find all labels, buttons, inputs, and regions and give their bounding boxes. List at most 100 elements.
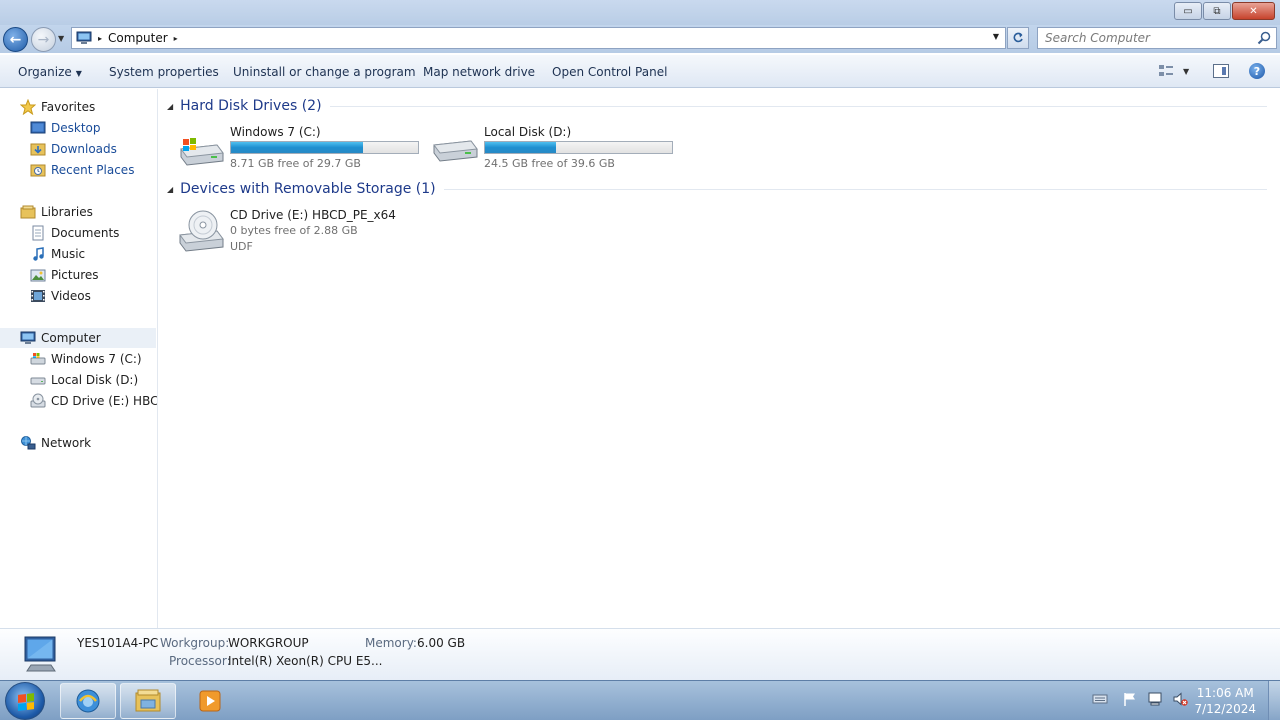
clock-date: 7/12/2024 <box>1194 702 1256 716</box>
desktop-icon <box>30 121 46 134</box>
sidebar-label: Desktop <box>51 121 101 135</box>
network-status-icon[interactable] <box>1147 691 1163 707</box>
sidebar-label: Documents <box>51 226 120 240</box>
sidebar-item-local-disk-d[interactable]: Local Disk (D:) <box>30 370 138 390</box>
drive-usage-fill <box>231 142 364 153</box>
drive-filesystem: UDF <box>230 240 253 253</box>
internet-explorer-icon <box>76 689 100 713</box>
group-header-hard-disk-drives[interactable]: ◢ Hard Disk Drives (2) <box>167 98 1267 114</box>
computer-icon <box>20 331 36 344</box>
breadcrumb-computer[interactable]: Computer <box>108 31 168 45</box>
sidebar-item-music[interactable]: Music <box>30 244 85 264</box>
sidebar-item-windows-7-c[interactable]: Windows 7 (C:) <box>30 349 142 369</box>
taskbar-internet-explorer[interactable] <box>60 683 116 719</box>
libraries-icon <box>20 205 36 219</box>
sidebar-favorites[interactable]: Favorites <box>20 97 95 117</box>
computer-icon <box>76 31 92 44</box>
sidebar-item-videos[interactable]: Videos <box>30 286 91 306</box>
organize-button[interactable]: Organize ▼ <box>18 65 82 79</box>
close-button[interactable]: ✕ <box>1232 2 1275 20</box>
refresh-icon <box>1013 32 1023 43</box>
start-button[interactable] <box>5 682 45 720</box>
drive-item-windows-7-c[interactable]: Windows 7 (C:) 8.71 GB free of 29.7 GB <box>177 125 427 173</box>
sidebar-label: Libraries <box>41 205 93 219</box>
keyboard-icon[interactable] <box>1092 691 1108 707</box>
sidebar-label: Local Disk (D:) <box>51 373 139 387</box>
recent-pages-dropdown-icon[interactable]: ▼ <box>58 34 64 43</box>
sidebar-item-desktop[interactable]: Desktop <box>30 118 101 138</box>
sidebar-network[interactable]: Network <box>20 433 91 453</box>
details-pane: YES101A4-PC Workgroup: WORKGROUP Memory:… <box>0 628 1280 680</box>
help-icon[interactable]: ? <box>1249 63 1265 79</box>
system-clock[interactable]: 11:06 AM 7/12/2024 <box>1194 685 1256 717</box>
show-desktop-button[interactable] <box>1268 681 1280 720</box>
sidebar-item-cd-drive-e[interactable]: CD Drive (E:) HBCD_PE_x64 <box>30 391 158 411</box>
media-player-icon <box>199 690 221 712</box>
cd-drive-icon <box>179 210 224 252</box>
group-title: Hard Disk Drives (2) <box>180 98 322 114</box>
sidebar-item-pictures[interactable]: Pictures <box>30 265 99 285</box>
pictures-icon <box>30 269 46 282</box>
drive-item-local-disk-d[interactable]: Local Disk (D:) 24.5 GB free of 39.6 GB <box>431 125 681 173</box>
processor-value: Intel(R) Xeon(R) CPU E5... <box>228 654 383 668</box>
sidebar-label: Music <box>51 247 86 261</box>
forward-button[interactable]: → <box>31 27 56 52</box>
preview-pane-icon[interactable] <box>1213 64 1229 78</box>
clock-time: 11:06 AM <box>1196 686 1254 700</box>
map-network-drive-button[interactable]: Map network drive <box>423 65 535 79</box>
window-controls: ▭ ⧉ ✕ <box>1174 2 1275 20</box>
search-box[interactable] <box>1037 27 1277 49</box>
sidebar-item-downloads[interactable]: Downloads <box>30 139 117 159</box>
sidebar-item-recent-places[interactable]: Recent Places <box>30 160 134 180</box>
taskbar-windows-explorer[interactable] <box>120 683 176 719</box>
breadcrumb-separator[interactable]: ▸ <box>174 34 178 43</box>
cd-drive-icon <box>30 393 46 408</box>
navigation-bar: ← → ▼ ▸ Computer ▸ ▼ <box>0 25 1280 53</box>
computer-icon <box>24 636 56 672</box>
chevron-down-icon: ▼ <box>75 69 82 78</box>
taskbar: 11:06 AM 7/12/2024 <box>0 680 1280 720</box>
breadcrumb-separator[interactable]: ▸ <box>98 34 102 43</box>
drive-name: CD Drive (E:) HBCD_PE_x64 <box>230 208 396 222</box>
action-center-flag-icon[interactable] <box>1122 691 1138 707</box>
drive-free-space: 0 bytes free of 2.88 GB <box>230 224 358 237</box>
address-bar[interactable]: ▸ Computer ▸ ▼ <box>71 27 1006 49</box>
sidebar-label: Videos <box>51 289 91 303</box>
refresh-button[interactable] <box>1007 27 1029 49</box>
title-bar: ▭ ⧉ ✕ <box>0 0 1280 25</box>
system-properties-button[interactable]: System properties <box>109 65 219 79</box>
sidebar-libraries[interactable]: Libraries <box>20 202 93 222</box>
computer-name: YES101A4-PC <box>77 636 159 650</box>
documents-icon <box>32 225 44 241</box>
memory-label: Memory: <box>365 636 417 650</box>
search-input[interactable] <box>1038 28 1248 48</box>
taskbar-media-player[interactable] <box>190 683 230 719</box>
drive-usage-fill <box>485 142 557 153</box>
collapse-triangle-icon[interactable]: ◢ <box>167 185 173 194</box>
back-button[interactable]: ← <box>3 27 28 52</box>
group-title: Devices with Removable Storage (1) <box>180 181 436 197</box>
organize-label: Organize <box>18 65 72 79</box>
hard-drive-icon <box>433 140 478 162</box>
maximize-button[interactable]: ⧉ <box>1203 2 1231 20</box>
memory-value: 6.00 GB <box>417 636 466 650</box>
change-view-icon[interactable] <box>1158 64 1174 78</box>
drive-item-cd-drive-e[interactable]: CD Drive (E:) HBCD_PE_x64 0 bytes free o… <box>177 208 427 272</box>
sidebar-label: CD Drive (E:) HBCD_PE_x64 <box>51 394 158 408</box>
address-dropdown-icon[interactable]: ▼ <box>993 32 999 41</box>
open-control-panel-button[interactable]: Open Control Panel <box>552 65 667 79</box>
uninstall-program-button[interactable]: Uninstall or change a program <box>233 65 416 79</box>
windows-drive-icon <box>180 138 224 166</box>
search-icon[interactable] <box>1257 31 1271 45</box>
sidebar-computer[interactable]: Computer <box>0 328 156 348</box>
sidebar-label: Recent Places <box>51 163 135 177</box>
command-bar: Organize ▼ System properties Uninstall or… <box>0 55 1280 88</box>
recent-places-icon <box>30 164 46 177</box>
group-header-removable-storage[interactable]: ◢ Devices with Removable Storage (1) <box>167 181 1267 197</box>
minimize-button[interactable]: ▭ <box>1174 2 1202 20</box>
view-options-dropdown-icon[interactable]: ▼ <box>1183 67 1189 76</box>
volume-muted-icon[interactable] <box>1172 691 1188 707</box>
collapse-triangle-icon[interactable]: ◢ <box>167 102 173 111</box>
sidebar-item-documents[interactable]: Documents <box>30 223 119 243</box>
windows-drive-icon <box>30 353 46 365</box>
